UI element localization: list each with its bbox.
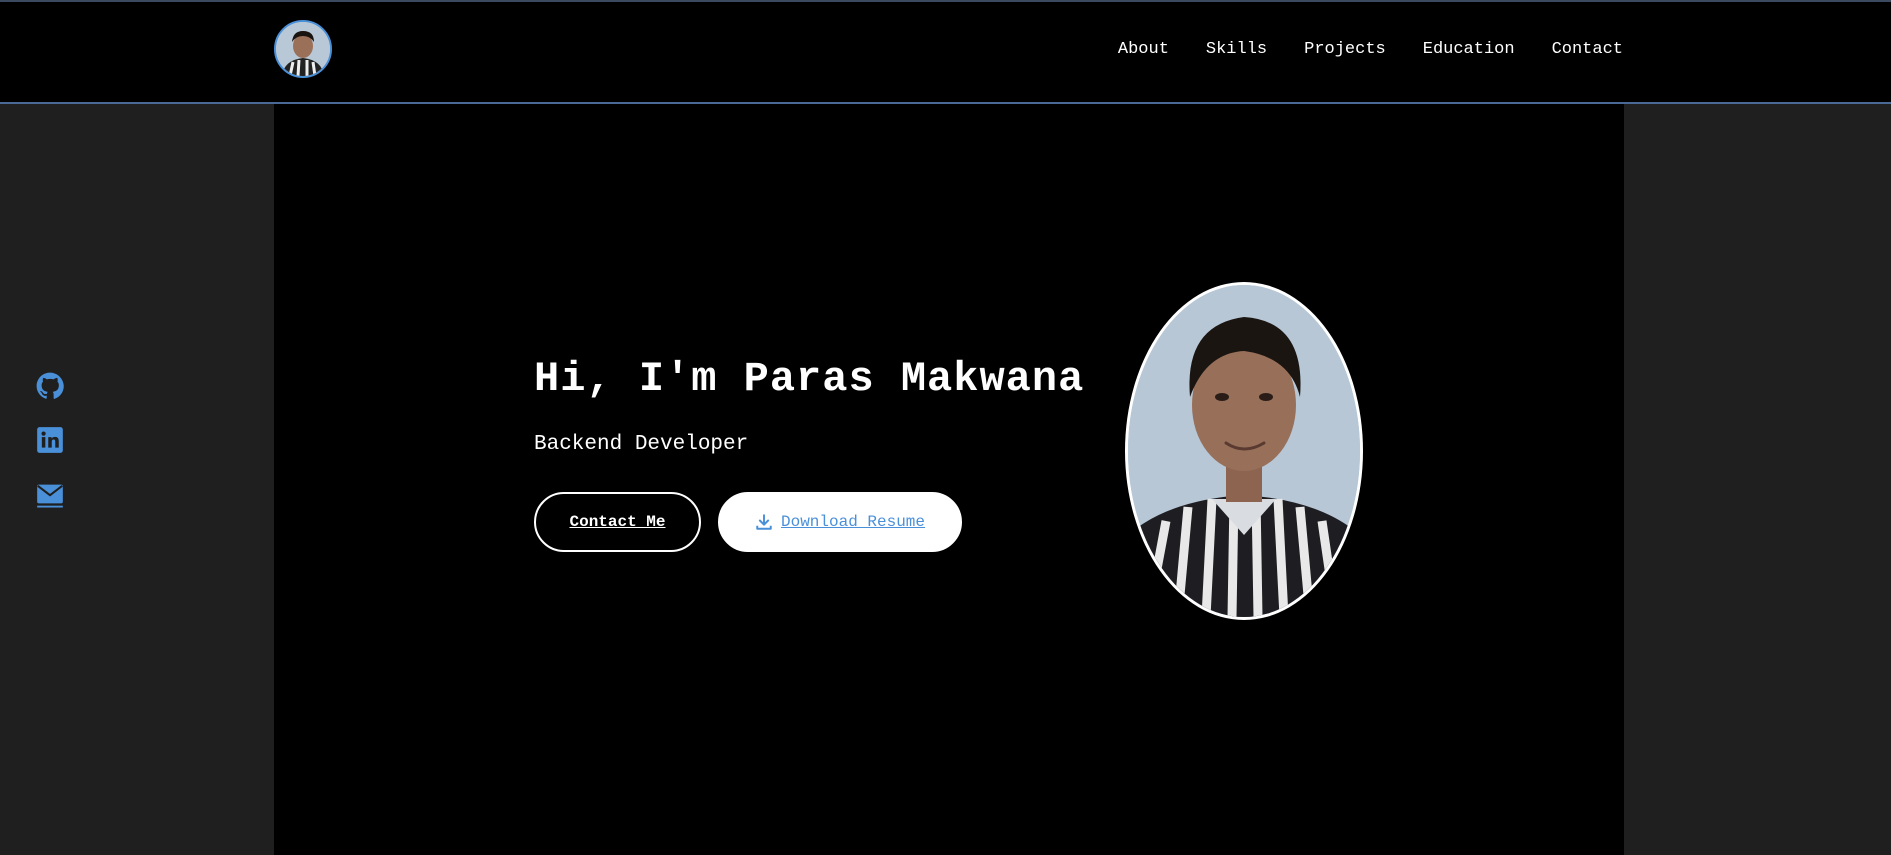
linkedin-icon <box>37 427 63 453</box>
nav-links: About Skills Projects Education Contact <box>1118 40 1623 59</box>
linkedin-link[interactable] <box>36 426 64 454</box>
download-resume-button[interactable]: Download Resume <box>718 492 962 552</box>
nav-link-contact[interactable]: Contact <box>1552 40 1623 59</box>
profile-portrait <box>1128 285 1360 617</box>
envelope-icon <box>37 484 63 508</box>
social-links <box>36 372 64 508</box>
profile-photo <box>1125 282 1363 620</box>
hero-title: Hi, I'm Paras Makwana <box>534 355 1085 403</box>
download-resume-label: Download Resume <box>780 513 926 531</box>
download-icon <box>756 514 772 530</box>
nav-link-education[interactable]: Education <box>1423 40 1515 59</box>
navbar: About Skills Projects Education Contact <box>0 2 1891 104</box>
hero-subtitle: Backend Developer <box>534 433 749 456</box>
github-icon <box>36 372 64 399</box>
nav-link-skills[interactable]: Skills <box>1206 40 1267 59</box>
nav-avatar[interactable] <box>274 20 332 78</box>
contact-me-label: Contact Me <box>569 513 666 531</box>
github-link[interactable] <box>36 372 64 400</box>
contact-me-button[interactable]: Contact Me <box>534 492 701 552</box>
nav-link-about[interactable]: About <box>1118 40 1169 59</box>
avatar-portrait <box>276 22 330 76</box>
email-link[interactable] <box>36 480 64 508</box>
nav-link-projects[interactable]: Projects <box>1304 40 1386 59</box>
hero-panel <box>274 104 1624 855</box>
